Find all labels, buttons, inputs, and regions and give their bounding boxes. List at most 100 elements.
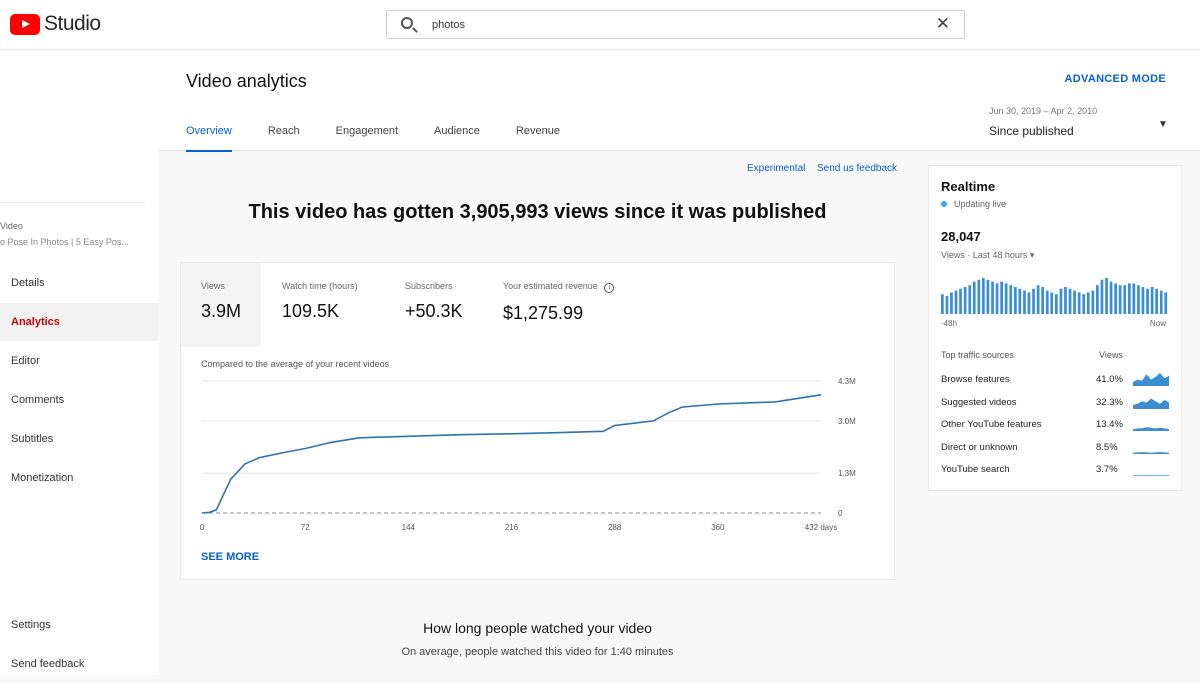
metric-revenue[interactable]: Your estimated revenue i $1,275.99	[503, 281, 615, 324]
send-feedback-link[interactable]: Send us feedback	[817, 163, 897, 174]
traffic-source-row[interactable]: Direct or unknown 8.5%	[941, 442, 1171, 460]
sidebar-video-label: Video	[0, 221, 23, 231]
watch-duration-title: How long people watched your video	[423, 620, 652, 636]
realtime-bar	[1068, 288, 1072, 314]
sidebar-item-editor[interactable]: Editor	[0, 342, 158, 380]
x-tick-label: 0	[200, 523, 205, 532]
sparkline-area	[1133, 373, 1169, 386]
metric-watch-time[interactable]: Watch time (hours) 109.5K	[282, 281, 358, 322]
metric-label: Subscribers	[405, 281, 453, 291]
traffic-source-row[interactable]: YouTube search 3.7%	[941, 464, 1171, 482]
realtime-bar	[1014, 287, 1017, 314]
metric-label: Views	[201, 281, 225, 291]
realtime-bar-chart	[941, 278, 1168, 314]
top-bar: Studio ✕	[0, 0, 1200, 50]
traffic-source-sparkline	[1133, 398, 1169, 409]
realtime-bar	[1159, 290, 1163, 314]
realtime-title: Realtime	[941, 179, 996, 194]
tab-overview[interactable]: Overview	[186, 125, 232, 152]
realtime-bar	[959, 288, 962, 314]
overview-card: Views 3.9M Watch time (hours) 109.5K Sub…	[180, 262, 895, 580]
realtime-bar	[1004, 283, 1008, 314]
see-more-button[interactable]: SEE MORE	[201, 551, 259, 563]
realtime-bar	[995, 283, 999, 314]
realtime-bar	[1137, 285, 1140, 314]
sidebar-item-settings[interactable]: Settings	[0, 606, 158, 644]
search-icon[interactable]	[401, 17, 413, 29]
sparkline-area	[1133, 398, 1169, 409]
sidebar-item-monetization[interactable]: Monetization	[0, 459, 158, 497]
traffic-source-row[interactable]: Other YouTube features 13.4%	[941, 419, 1171, 437]
traffic-source-row[interactable]: Suggested videos 32.3%	[941, 397, 1171, 415]
video-thumbnail[interactable]	[0, 71, 146, 203]
traffic-source-name: YouTube search	[941, 464, 1010, 475]
views-headline: This video has gotten 3,905,993 views si…	[248, 201, 827, 223]
traffic-source-row[interactable]: Browse features 41.0%	[941, 373, 1171, 392]
metric-views[interactable]: Views 3.9M	[181, 263, 261, 347]
traffic-source-sparkline	[1133, 427, 1169, 431]
sparkline-area	[1133, 451, 1169, 454]
realtime-bar	[1118, 285, 1122, 314]
realtime-bar	[1009, 285, 1013, 314]
realtime-live-status: Updating live	[941, 199, 1006, 209]
traffic-source-pct: 3.7%	[1096, 464, 1118, 475]
page-title: Video analytics	[186, 71, 307, 91]
x-tick-label: 72	[301, 523, 310, 532]
realtime-bar	[941, 294, 944, 314]
date-range-dropdown[interactable]: Since published	[989, 124, 1074, 138]
sparkline-area	[1133, 475, 1169, 476]
info-icon[interactable]: i	[604, 283, 615, 293]
traffic-source-sparkline	[1133, 451, 1169, 454]
realtime-bar	[1150, 287, 1154, 314]
sidebar-item-comments[interactable]: Comments	[0, 381, 158, 419]
experimental-link[interactable]: Experimental	[747, 163, 805, 174]
advanced-mode-button[interactable]: ADVANCED MODE	[1065, 73, 1166, 85]
tab-revenue[interactable]: Revenue	[516, 125, 560, 152]
realtime-bar	[1146, 288, 1149, 314]
realtime-period-dropdown[interactable]: Views · Last 48 hours ▾	[941, 250, 1034, 261]
views-header: Views	[1099, 350, 1123, 360]
y-tick-label: 4.3M	[838, 377, 856, 386]
youtube-play-icon	[10, 13, 40, 35]
realtime-bar	[1041, 287, 1044, 314]
metric-label: Your estimated revenue i	[503, 281, 615, 293]
realtime-bar	[963, 287, 967, 314]
realtime-bar	[1023, 290, 1026, 314]
sidebar-item-subtitles[interactable]: Subtitles	[0, 420, 158, 458]
tab-audience[interactable]: Audience	[434, 125, 480, 152]
metric-value: +50.3K	[405, 301, 463, 321]
realtime-bar	[1000, 281, 1003, 314]
metric-value: 3.9M	[201, 301, 242, 321]
sidebar-item-send-feedback[interactable]: Send feedback	[0, 645, 158, 683]
metric-value: $1,275.99	[503, 303, 584, 323]
traffic-source-sparkline	[1133, 475, 1169, 476]
realtime-bar	[1100, 279, 1104, 314]
dropdown-caret-icon[interactable]: ▼	[1158, 119, 1168, 130]
traffic-source-name: Suggested videos	[941, 396, 1017, 408]
x-tick-label: 432 days	[805, 523, 837, 532]
sidebar-video-title: o Pose In Photos | 5 Easy Pos...	[0, 237, 129, 247]
search-input[interactable]	[432, 16, 912, 34]
realtime-axis-start: -48h	[941, 319, 958, 328]
metric-value: 109.5K	[282, 301, 340, 321]
realtime-bar	[1086, 292, 1090, 314]
metric-label: Watch time (hours)	[282, 281, 358, 291]
date-range-text: Jun 30, 2019 – Apr 2, 2010	[989, 106, 1098, 116]
close-icon[interactable]: ✕	[936, 14, 950, 34]
studio-logo[interactable]: Studio	[10, 12, 101, 36]
realtime-bar	[1036, 285, 1040, 314]
tab-reach[interactable]: Reach	[268, 125, 300, 152]
views-line-chart: 0 1.3M 3.0M 4.3M 0 72 144 216 288 360 432 days	[200, 377, 856, 532]
realtime-bar	[1032, 288, 1035, 314]
realtime-bar	[977, 279, 981, 314]
x-tick-label: 288	[608, 523, 622, 532]
realtime-bar	[982, 278, 985, 314]
metric-subscribers[interactable]: Subscribers +50.3K	[405, 281, 463, 322]
realtime-bar	[972, 281, 976, 314]
realtime-bar	[1082, 294, 1086, 314]
traffic-source-name: Direct or unknown	[941, 441, 1018, 453]
sidebar-item-details[interactable]: Details	[0, 264, 158, 302]
sidebar-item-analytics[interactable]: Analytics	[0, 303, 158, 341]
tab-engagement[interactable]: Engagement	[336, 125, 398, 152]
traffic-source-sparkline	[1133, 373, 1169, 386]
